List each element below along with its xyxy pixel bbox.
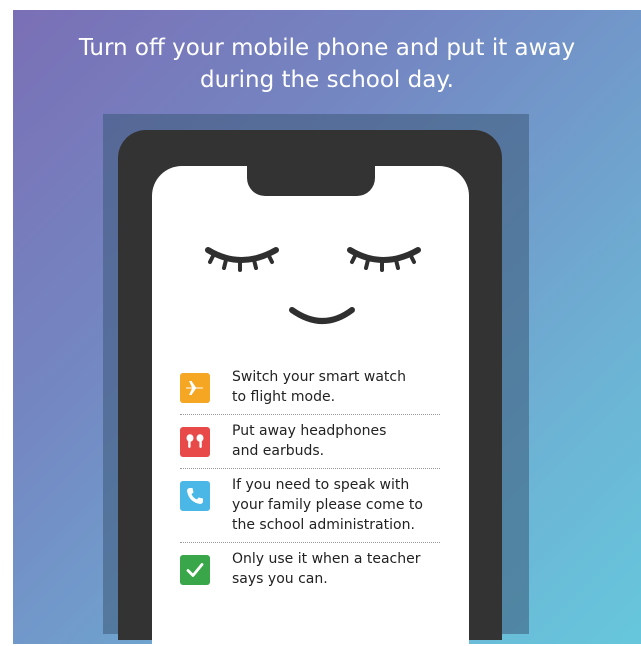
airplane-icon [180, 373, 210, 403]
earbuds-icon [180, 427, 210, 457]
title-line-2: during the school day. [200, 67, 454, 93]
phone-screen: Switch your smart watch to flight mode. … [152, 164, 469, 646]
left-closed-eye-icon [205, 247, 279, 272]
list-item: Put away headphones and earbuds. [180, 414, 440, 468]
list-item: Only use it when a teacher says you can. [180, 542, 440, 596]
title-line-1: Turn off your mobile phone and put it aw… [78, 35, 576, 61]
tips-list: Switch your smart watch to flight mode. … [180, 361, 440, 596]
tip-text: Only use it when a teacher says you can. [232, 551, 421, 587]
list-item: If you need to speak with your family pl… [180, 468, 440, 542]
smile-icon [289, 307, 355, 324]
right-closed-eye-icon [347, 247, 421, 272]
phone-icon [180, 481, 210, 511]
tip-text: If you need to speak with your family pl… [232, 477, 423, 533]
tip-text: Switch your smart watch to flight mode. [232, 369, 406, 405]
poster-title: Turn off your mobile phone and put it aw… [13, 32, 641, 96]
phone-notch [247, 164, 375, 196]
checkmark-icon [180, 555, 210, 585]
sleeping-face-icon [205, 247, 421, 324]
tip-text: Put away headphones and earbuds. [232, 423, 387, 459]
list-item: Switch your smart watch to flight mode. [180, 361, 440, 414]
